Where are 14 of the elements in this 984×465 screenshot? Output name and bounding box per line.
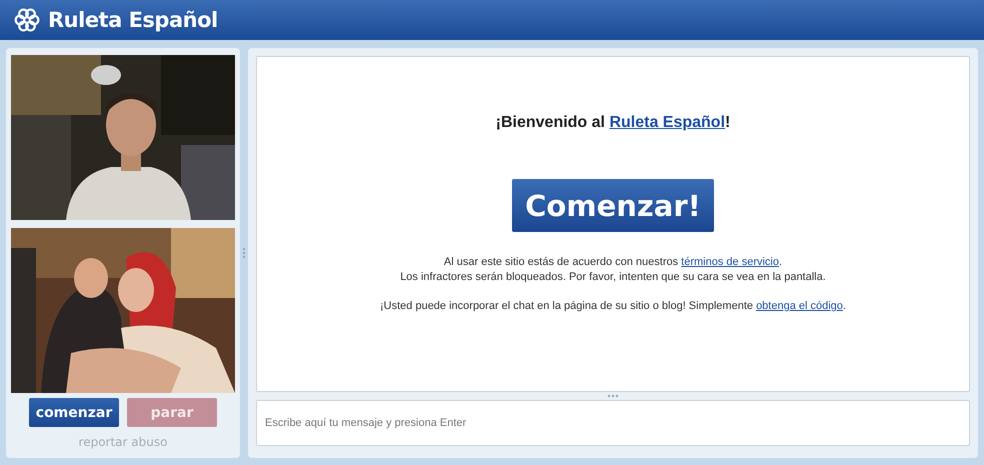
notice-text: Los infractores serán bloqueados. Por favor, intenten que su cara se vea en la pantalla. — [400, 270, 826, 285]
start-button[interactable]: Comenzar! — [512, 179, 714, 232]
link[interactable]: Ruleta Español — [609, 114, 726, 131]
link[interactable]: obtenga el código — [756, 300, 843, 312]
link[interactable]: términos de servicio — [681, 256, 779, 268]
flower-logo-icon — [14, 7, 40, 33]
resize-handle-icon[interactable] — [607, 394, 619, 398]
notice-text: Al usar este sitio estás de acuerdo con nuestros términos de servicio. — [442, 255, 784, 270]
message-input[interactable]: Escribe aquí tu mensaje y presiona Enter — [256, 400, 970, 446]
welcome-heading: ¡Bienvenido al Ruleta Español! — [496, 114, 730, 132]
start-button[interactable]: comenzar — [29, 398, 119, 427]
embed-text: ¡Usted puede incorporar el chat en la página de su sitio o blog! Simplemente obtenga el código. — [380, 300, 846, 312]
app-title: Ruleta Español — [48, 8, 218, 32]
resize-handle-icon[interactable] — [242, 247, 246, 259]
